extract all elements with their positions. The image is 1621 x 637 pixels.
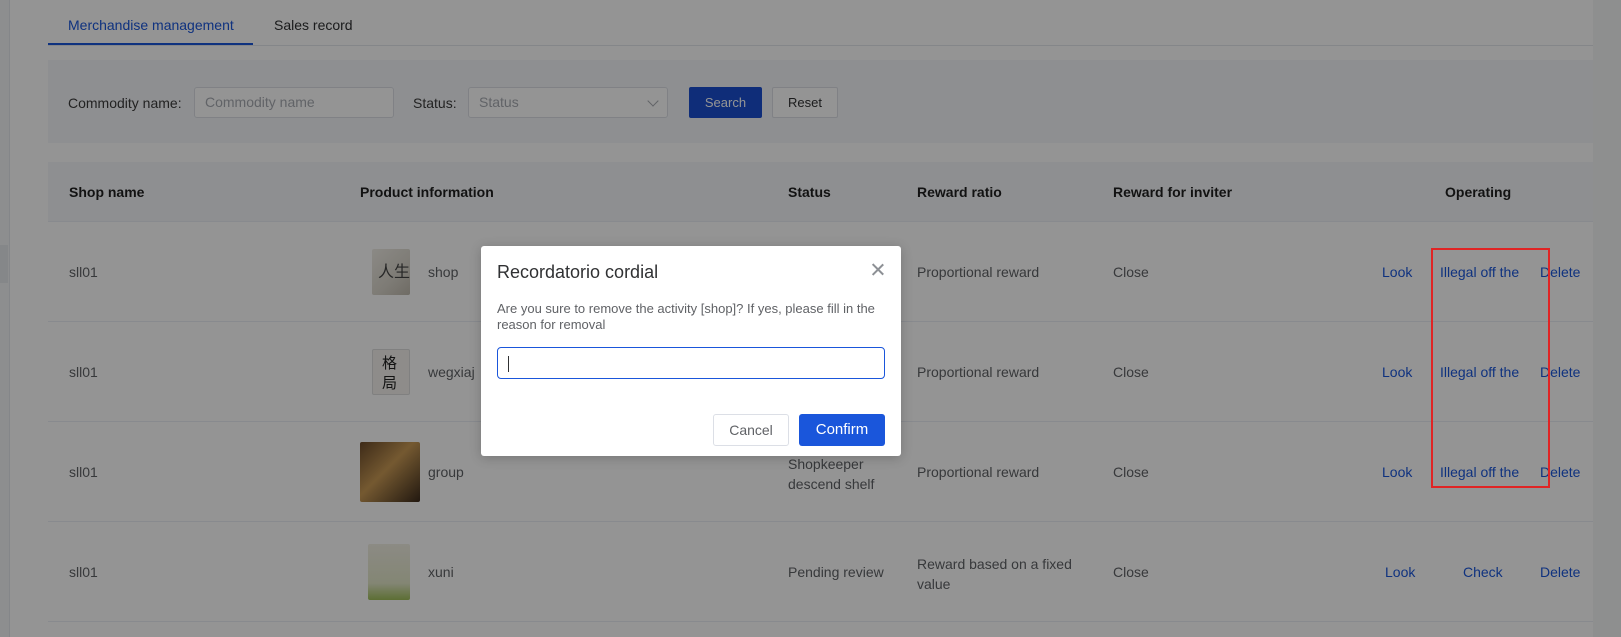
highlight-box [1431,248,1550,488]
cancel-button[interactable]: Cancel [713,414,789,446]
close-icon[interactable] [869,261,887,279]
dialog-title: Recordatorio cordial [497,262,659,282]
confirm-button[interactable]: Confirm [799,414,885,446]
page: Merchandise management Sales record Comm… [0,0,1621,637]
dialog-message: Are you sure to remove the activity [sho… [497,301,875,332]
text-caret [508,356,509,372]
removal-reason-input[interactable] [497,347,885,379]
confirm-dialog: Recordatorio cordial Are you sure to rem… [481,246,901,456]
